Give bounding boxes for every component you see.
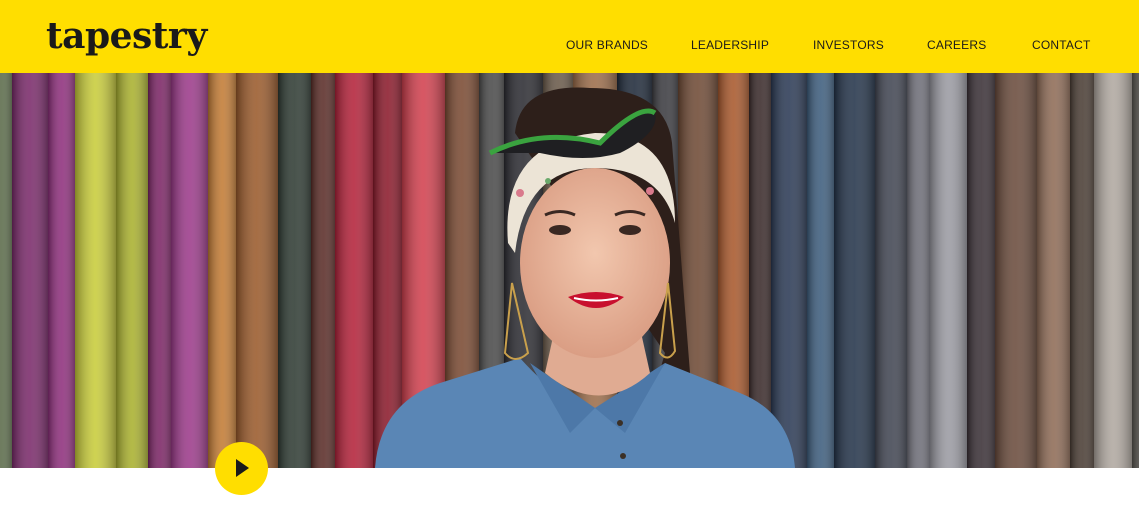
- hide-shading: [1094, 73, 1136, 468]
- nav-item-our-brands[interactable]: OUR BRANDS: [566, 38, 648, 52]
- hide-shading: [171, 73, 212, 468]
- hide-shading: [335, 73, 377, 468]
- hide-shading: [12, 73, 52, 468]
- nav-item-leadership[interactable]: LEADERSHIP: [691, 38, 769, 52]
- tapestry-logo[interactable]: tapestry: [46, 14, 207, 58]
- play-icon: [236, 459, 249, 477]
- hide-shading: [75, 73, 120, 468]
- hide-shading: [148, 73, 175, 468]
- hide-shading: [967, 73, 999, 468]
- hide-shading: [834, 73, 879, 468]
- hide-shading: [236, 73, 282, 468]
- hide-shading: [311, 73, 339, 468]
- hide-shading: [116, 73, 152, 468]
- hide-shading: [930, 73, 971, 468]
- site-header: tapestry OUR BRANDS LEADERSHIP INVESTORS…: [0, 0, 1139, 73]
- nav-item-investors[interactable]: INVESTORS: [813, 38, 884, 52]
- hide-shading: [1132, 73, 1139, 468]
- hero-image: [0, 73, 1139, 468]
- hide-shading: [995, 73, 1041, 468]
- hide-shading: [771, 73, 811, 468]
- hero-video-still[interactable]: [0, 73, 1139, 468]
- hide-shading: [48, 73, 79, 468]
- hide-shading: [875, 73, 911, 468]
- hide-shading: [1037, 73, 1074, 468]
- nav-item-contact[interactable]: CONTACT: [1032, 38, 1091, 52]
- hide-shading: [907, 73, 934, 468]
- nav-item-careers[interactable]: CAREERS: [927, 38, 986, 52]
- hide-shading: [807, 73, 838, 468]
- hide-shading: [278, 73, 315, 468]
- play-video-button[interactable]: [215, 442, 268, 495]
- hide-shading: [208, 73, 240, 468]
- hide-shading: [1070, 73, 1098, 468]
